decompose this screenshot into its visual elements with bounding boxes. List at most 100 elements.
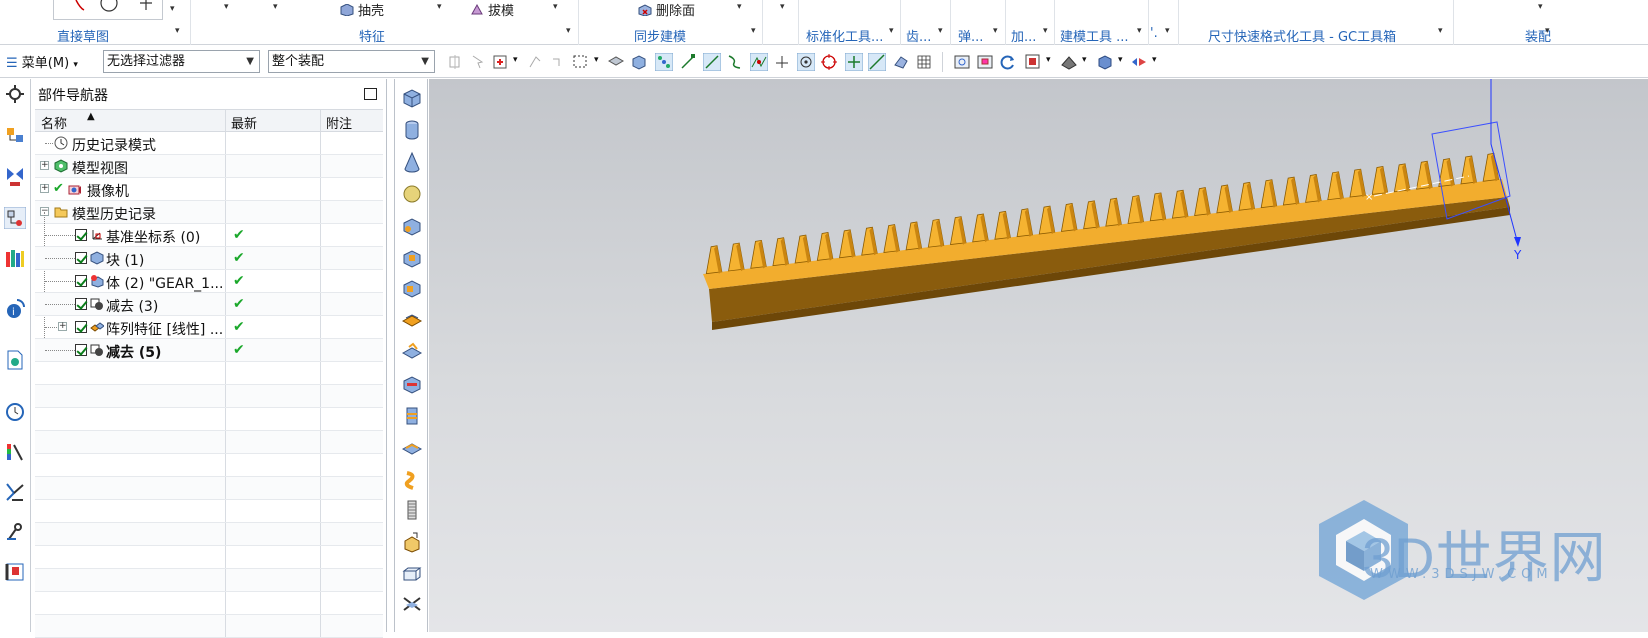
group-dropdown-icon[interactable]: ▾ — [175, 26, 180, 36]
assembly-scope-select[interactable]: 整个装配 ▼ — [268, 50, 435, 73]
tree-row-subtract-5[interactable]: 减去 (5) ✔ — [35, 339, 383, 362]
draft-button[interactable]: 拔模 — [470, 0, 514, 19]
visibility-checkbox[interactable] — [75, 229, 87, 241]
fit-view-icon[interactable] — [953, 53, 971, 71]
snap-existing-point-icon[interactable] — [845, 53, 863, 71]
tree-row-pattern-feature[interactable]: + 阵列特征 [线性] ... ✔ — [35, 316, 383, 339]
rib-icon[interactable] — [401, 437, 423, 459]
ribbon-dropdown-icon[interactable]: ▾ — [224, 2, 229, 12]
snap-perpendicular-icon[interactable] — [773, 53, 791, 71]
process-studio-icon[interactable] — [4, 561, 26, 583]
render-style-icon[interactable] — [1060, 53, 1078, 71]
rectangle-select-dropdown-icon[interactable]: ▾ — [594, 55, 599, 65]
visibility-checkbox[interactable] — [75, 321, 87, 333]
roles-icon[interactable] — [4, 481, 26, 503]
emboss-icon[interactable] — [401, 341, 423, 363]
group-label-feature[interactable]: 特征 — [359, 26, 385, 45]
select-face-icon[interactable] — [607, 53, 625, 71]
sphere-icon[interactable] — [401, 183, 423, 205]
add-selection-icon[interactable] — [492, 53, 510, 71]
group-label-machining[interactable]: 加... — [1011, 26, 1036, 45]
graphics-window[interactable]: Y × 3D世界网 WWW.3DSJW.COM — [429, 79, 1648, 632]
zoom-window-icon[interactable] — [976, 53, 994, 71]
history-palette-icon[interactable] — [4, 349, 26, 371]
group-dropdown-icon[interactable]: ▾ — [993, 26, 998, 36]
cone-icon[interactable] — [401, 151, 423, 173]
group-label-standard-tools[interactable]: 标准化工具... — [806, 26, 883, 45]
extrude-icon[interactable] — [401, 531, 423, 553]
orient-view-icon[interactable] — [1024, 53, 1042, 71]
group-dropdown-icon[interactable]: ▾ — [1043, 26, 1048, 36]
groove-icon[interactable] — [401, 405, 423, 427]
ribbon-dropdown-icon[interactable]: ▾ — [1538, 2, 1543, 12]
hole-icon[interactable] — [401, 215, 423, 237]
rotate-view-icon[interactable] — [999, 53, 1017, 71]
edge-display-icon[interactable] — [1096, 53, 1114, 71]
group-label-gear[interactable]: 齿... — [906, 26, 931, 45]
expand-icon[interactable]: + — [58, 322, 67, 331]
snap-curve-icon[interactable] — [726, 53, 744, 71]
selection-filter-select[interactable]: 无选择过滤器 ▼ — [103, 50, 260, 73]
tree-row-datum-csys[interactable]: 基准坐标系 (0) ✔ — [35, 212, 383, 356]
cursor-filter-icon[interactable] — [470, 53, 488, 71]
sweep-icon[interactable] — [401, 469, 423, 491]
trim-body-icon[interactable] — [401, 593, 423, 615]
snap-quadrant-icon[interactable] — [820, 53, 838, 71]
visibility-checkbox[interactable] — [75, 275, 87, 287]
box-outline-icon[interactable] — [401, 563, 423, 585]
cylinder-icon[interactable] — [401, 119, 423, 141]
shell-dropdown-icon[interactable]: ▾ — [437, 2, 442, 12]
group-label-truncated[interactable]: '. — [1150, 26, 1158, 41]
group-dropdown-icon[interactable]: ▾ — [889, 26, 894, 36]
column-header-notes[interactable]: 附注 — [326, 113, 352, 132]
visibility-checkbox[interactable] — [75, 298, 87, 310]
add-selection-dropdown-icon[interactable]: ▾ — [513, 55, 518, 65]
draft-dropdown-icon[interactable]: ▾ — [553, 2, 558, 12]
visibility-checkbox[interactable] — [75, 252, 87, 264]
part-navigator-icon[interactable] — [4, 207, 26, 229]
snap-point-icon[interactable] — [655, 53, 673, 71]
column-header-name[interactable]: 名称 — [41, 113, 67, 132]
snap-point-on-face-icon[interactable] — [892, 53, 910, 71]
group-dropdown-icon[interactable]: ▾ — [751, 26, 756, 36]
ribbon-dropdown-icon[interactable]: ▾ — [780, 2, 785, 12]
sort-ascending-icon[interactable]: ▲ — [87, 111, 95, 122]
edge-display-dropdown-icon[interactable]: ▾ — [1118, 55, 1123, 65]
snap-settings-icon[interactable] — [447, 53, 465, 71]
menu-button[interactable]: ☰ 菜单(M) ▾ — [6, 52, 78, 71]
tree-row-body-gear[interactable]: 体 (2) "GEAR_1... ✔ — [35, 270, 383, 293]
group-label-spring[interactable]: 弹... — [958, 26, 983, 45]
snap-endpoint-icon[interactable] — [679, 53, 697, 71]
sketch-gallery[interactable] — [53, 0, 163, 20]
clock-icon[interactable] — [4, 401, 26, 423]
tree-row-subtract-3[interactable]: 减去 (3) ✔ — [35, 293, 383, 316]
rectangle-select-icon[interactable] — [572, 53, 590, 71]
maximize-icon[interactable] — [364, 88, 377, 100]
group-dropdown-icon[interactable]: ▾ — [938, 26, 943, 36]
snap-bounded-grid-icon[interactable] — [915, 53, 933, 71]
tree-row-block[interactable]: 块 (1) ✔ — [35, 247, 383, 270]
pad-icon[interactable] — [401, 309, 423, 331]
gear-icon[interactable] — [4, 83, 26, 105]
tree-row-cameras[interactable]: + ✔ 摄像机 — [35, 178, 383, 201]
group-label-gc-toolkit[interactable]: 尺寸快速格式化工具 - GC工具箱 — [1208, 26, 1396, 45]
ribbon-dropdown-icon[interactable]: ▾ — [273, 2, 278, 12]
expand-icon[interactable]: + — [40, 184, 49, 193]
pocket-icon[interactable] — [401, 277, 423, 299]
thread-icon[interactable] — [401, 499, 423, 521]
tree-row-history-mode[interactable]: 历史记录模式 — [35, 132, 383, 155]
tree-row-model-history[interactable]: − 模型历史记录 — [35, 201, 383, 224]
delete-face-button[interactable]: 删除面 — [638, 0, 695, 19]
visibility-checkbox[interactable] — [75, 344, 87, 356]
web-browser-icon[interactable]: i — [4, 298, 26, 320]
expand-icon[interactable]: + — [40, 161, 49, 170]
constraint-navigator-icon[interactable] — [4, 165, 26, 187]
select-body-icon[interactable] — [630, 53, 648, 71]
snap-point-on-curve-icon[interactable] — [868, 53, 886, 71]
reuse-library-icon[interactable] — [4, 247, 26, 269]
select-chain-icon[interactable] — [550, 53, 568, 71]
group-label-sync-modeling[interactable]: 同步建模 — [634, 26, 686, 45]
column-header-latest[interactable]: 最新 — [231, 113, 257, 132]
assembly-navigator-icon[interactable] — [4, 125, 26, 147]
group-dropdown-icon[interactable]: ▾ — [566, 26, 571, 36]
